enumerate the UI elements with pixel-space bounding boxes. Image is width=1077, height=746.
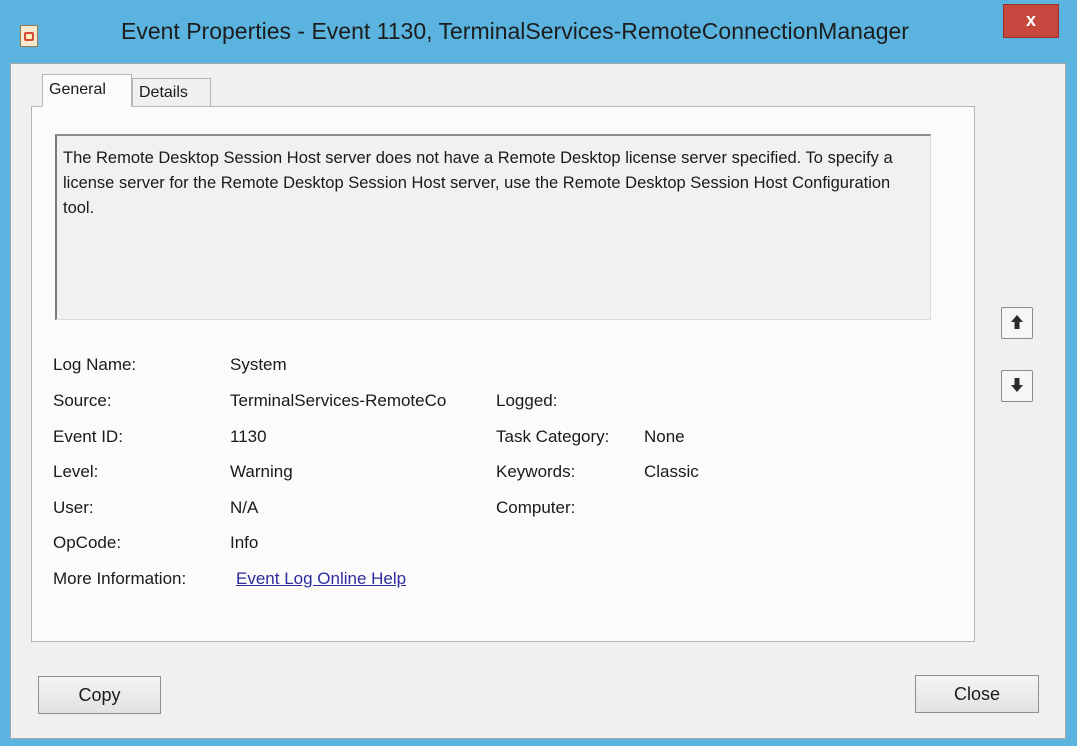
source-label: Source: [53,391,112,410]
level-value: Warning [230,462,293,481]
arrow-up-icon [1011,315,1023,329]
keywords-label: Keywords: [496,462,576,481]
next-event-button[interactable] [1001,370,1033,402]
event-log-online-help-link[interactable]: Event Log Online Help [236,569,406,589]
title-bar[interactable]: Event Properties - Event 1130, TerminalS… [0,0,1077,62]
window-title: Event Properties - Event 1130, TerminalS… [121,18,909,44]
user-label: User: [53,498,94,517]
more-information-label: More Information: [53,569,187,588]
dialog-client-area: General Details The Remote Desktop Sessi… [10,63,1066,739]
log-name-value: System [230,355,287,374]
copy-button[interactable]: Copy [38,676,161,714]
level-label: Level: [53,462,99,481]
close-window-button[interactable]: x [1003,4,1059,38]
event-properties-window: Event Properties - Event 1130, TerminalS… [0,0,1077,746]
user-value: N/A [230,498,259,517]
event-id-value: 1130 [230,427,267,446]
keywords-value: Classic [644,462,699,481]
event-viewer-icon [20,25,38,47]
tab-details[interactable]: Details [132,78,211,107]
source-value: TerminalServices-RemoteCo [230,391,447,410]
computer-label: Computer: [496,498,576,517]
close-button[interactable]: Close [915,675,1039,713]
logged-label: Logged: [496,391,558,410]
tab-general[interactable]: General [42,74,132,107]
opcode-label: OpCode: [53,533,122,552]
previous-event-button[interactable] [1001,307,1033,339]
arrow-down-icon [1011,378,1023,392]
task-category-value: None [644,427,685,446]
event-id-label: Event ID: [53,427,123,446]
opcode-value: Info [230,533,259,552]
general-tab-panel: The Remote Desktop Session Host server d… [31,106,975,642]
log-name-label: Log Name: [53,355,137,374]
task-category-label: Task Category: [496,427,610,446]
event-description-box[interactable]: The Remote Desktop Session Host server d… [55,134,931,320]
